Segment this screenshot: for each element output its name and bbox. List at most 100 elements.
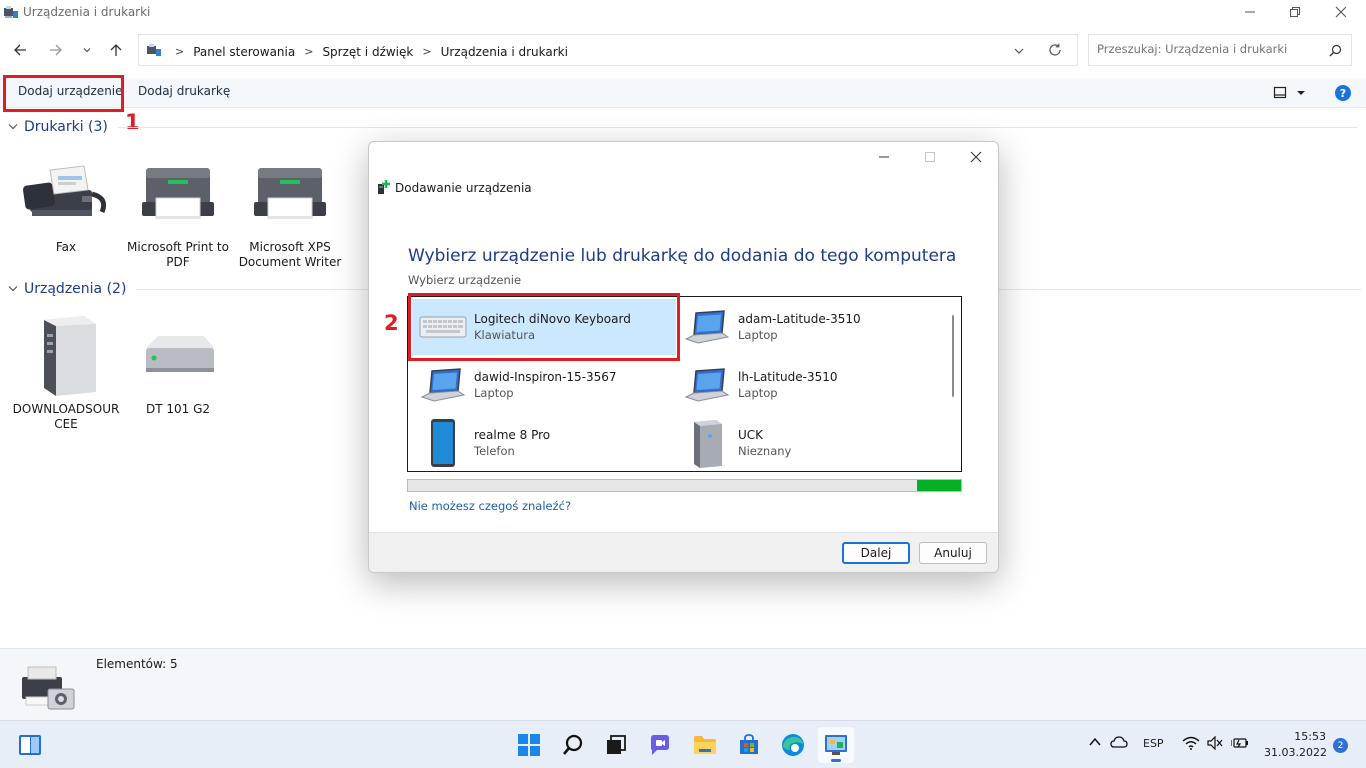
system-clock[interactable]: 15:53 31.03.2022 <box>1264 729 1327 761</box>
laptop-icon <box>676 367 738 403</box>
up-arrow-icon[interactable] <box>106 40 126 60</box>
device-item-realme-phone[interactable]: realme 8 Pro Telefon <box>412 415 676 471</box>
printer-icon <box>124 150 232 236</box>
device-tile-fax[interactable]: Fax <box>12 150 120 255</box>
chat-icon[interactable] <box>642 727 678 763</box>
breadcrumb-control-panel[interactable]: Panel sterowania <box>193 45 295 59</box>
store-icon[interactable] <box>731 727 767 763</box>
help-icon[interactable]: ? <box>1335 85 1351 104</box>
forward-arrow-icon[interactable] <box>46 40 66 60</box>
laptop-icon <box>412 367 474 403</box>
dialog-footer: Dalej Anuluj <box>369 532 998 572</box>
chevron-up-icon[interactable] <box>1088 735 1102 752</box>
task-view-icon[interactable] <box>598 727 634 763</box>
progress-fill <box>917 480 961 491</box>
device-type: Laptop <box>474 386 514 400</box>
search-icon[interactable] <box>1329 44 1342 60</box>
speaker-muted-icon[interactable] <box>1207 735 1223 753</box>
annotation-number-2: 2 <box>384 311 399 335</box>
phone-icon <box>412 418 474 468</box>
cancel-button[interactable]: Anuluj <box>919 542 987 564</box>
location-icon <box>146 43 162 60</box>
item-count: Elementów: 5 <box>96 657 178 671</box>
breadcrumb-hardware-sound[interactable]: Sprzęt i dźwięk <box>322 45 413 59</box>
devices-printers-icon <box>3 4 19 23</box>
onedrive-cloud-icon[interactable] <box>1110 735 1128 752</box>
back-arrow-icon[interactable] <box>10 40 30 60</box>
command-bar: Dodaj urządzenie Dodaj drukarkę ? <box>0 78 1366 108</box>
device-tile-dt101g2[interactable]: DT 101 G2 <box>124 312 232 417</box>
details-pane: Elementów: 5 <box>0 648 1366 720</box>
battery-charging-icon[interactable] <box>1230 736 1249 753</box>
control-panel-taskbar-icon[interactable] <box>818 727 854 763</box>
device-type: Laptop <box>738 386 778 400</box>
chevron-down-icon <box>8 119 18 135</box>
edge-browser-icon[interactable] <box>775 727 811 763</box>
breadcrumb-devices-printers[interactable]: Urządzenia i drukarki <box>441 45 568 59</box>
device-item-uck[interactable]: UCK Nieznany <box>676 415 940 471</box>
unknown-device-icon <box>676 418 738 468</box>
taskbar: ESP 15:53 31.03.2022 2 <box>0 720 1366 768</box>
device-list-scrollbar[interactable] <box>952 315 954 397</box>
device-item-lh-latitude[interactable]: lh-Latitude-3510 Laptop <box>676 357 940 413</box>
device-type: Telefon <box>474 444 515 458</box>
wifi-icon[interactable] <box>1182 736 1200 753</box>
dialog-close-button[interactable] <box>953 142 998 172</box>
widgets-icon[interactable] <box>12 727 48 763</box>
svg-text:?: ? <box>1340 87 1346 100</box>
highlight-box-add-device <box>3 75 124 112</box>
devices-printers-large-icon <box>18 663 78 716</box>
search-icon[interactable] <box>555 727 591 763</box>
clock-date: 31.03.2022 <box>1264 746 1327 759</box>
device-name: realme 8 Pro <box>474 428 551 442</box>
refresh-icon[interactable] <box>1048 43 1062 60</box>
search-box[interactable] <box>1088 34 1352 66</box>
device-name: lh-Latitude-3510 <box>738 370 838 384</box>
printer-icon <box>236 150 344 236</box>
window-title: Urządzenia i drukarki <box>23 5 151 19</box>
device-label: Fax <box>55 240 77 254</box>
device-item-dawid-inspiron[interactable]: dawid-Inspiron-15-3567 Laptop <box>412 357 676 413</box>
address-bar[interactable]: > Panel sterowania > Sprzęt i dźwięk > U… <box>138 34 1078 66</box>
close-button[interactable] <box>1318 0 1364 24</box>
dialog-sublabel: Wybierz urządzenie <box>408 273 522 287</box>
search-progress-bar <box>407 479 962 492</box>
device-label: DT 101 G2 <box>145 402 211 416</box>
device-label: Microsoft XPS Document Writer <box>238 240 342 269</box>
device-item-adam-latitude[interactable]: adam-Latitude-3510 Laptop <box>676 299 940 355</box>
devices-group-title: Urządzenia (2) <box>24 281 127 297</box>
language-indicator[interactable]: ESP <box>1143 737 1164 750</box>
device-tile-downloadsourcee[interactable]: DOWNLOADSOURCEE <box>12 312 120 432</box>
device-type: Nieznany <box>738 444 792 458</box>
file-explorer-icon[interactable] <box>687 727 723 763</box>
device-name: adam-Latitude-3510 <box>738 312 861 326</box>
breadcrumb: > Panel sterowania > Sprzęt i dźwięk > U… <box>146 43 568 60</box>
view-options-icon[interactable] <box>1273 86 1305 103</box>
device-tile-xps-writer[interactable]: Microsoft XPS Document Writer <box>236 150 344 270</box>
device-label: Microsoft Print to PDF <box>127 240 229 269</box>
add-printer-button[interactable]: Dodaj drukarkę <box>138 84 230 98</box>
cant-find-link[interactable]: Nie możesz czegoś znaleźć? <box>409 499 571 513</box>
printers-group-header[interactable]: Drukarki (3) <box>8 119 1358 135</box>
recent-locations-chevron-icon[interactable] <box>77 40 97 60</box>
search-input[interactable] <box>1097 42 1321 56</box>
device-label: DOWNLOADSOURCEE <box>12 402 120 431</box>
laptop-icon <box>676 309 738 345</box>
device-type: Laptop <box>738 328 778 342</box>
highlight-box-keyboard <box>408 293 680 361</box>
device-tile-print-to-pdf[interactable]: Microsoft Print to PDF <box>124 150 232 270</box>
device-name: dawid-Inspiron-15-3567 <box>474 370 617 384</box>
chevron-right-icon: > <box>422 45 432 58</box>
group-divider <box>117 126 1358 128</box>
notification-badge[interactable]: 2 <box>1333 738 1348 753</box>
address-dropdown-icon[interactable] <box>1013 45 1025 59</box>
next-button[interactable]: Dalej <box>842 542 910 564</box>
dialog-maximize-button <box>907 142 953 172</box>
restore-button[interactable] <box>1272 0 1318 24</box>
server-tower-icon <box>12 312 120 398</box>
start-windows-icon[interactable] <box>511 727 547 763</box>
add-device-wizard-icon <box>377 179 391 198</box>
title-bar: Urządzenia i drukarki <box>0 0 1366 24</box>
minimize-button[interactable] <box>1227 0 1273 24</box>
dialog-minimize-button[interactable] <box>861 142 907 172</box>
